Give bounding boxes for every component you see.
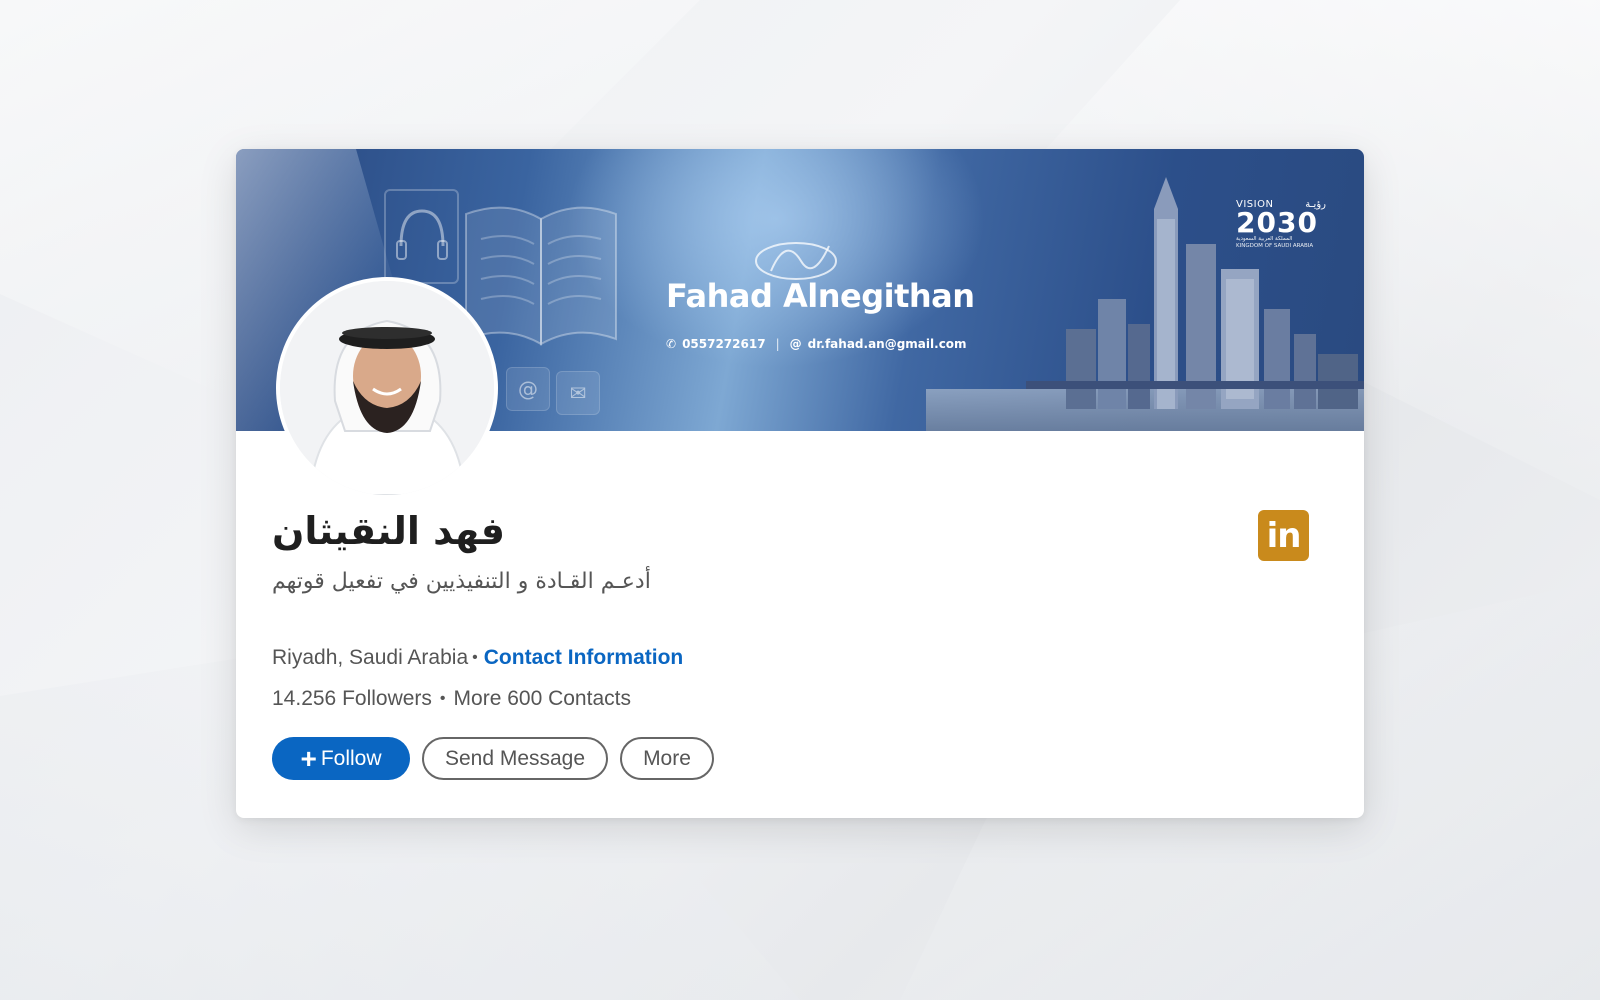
plus-icon: +	[300, 742, 317, 774]
avatar[interactable]	[276, 277, 498, 499]
contact-information-link[interactable]: Contact Information	[484, 646, 684, 670]
vision-2030-logo: VISION رؤيـة 2030 المملكة العربية السعود…	[1236, 199, 1326, 250]
contacts-count: More 600 Contacts	[453, 687, 631, 710]
banner-contact-line: ✆ 0557272617 | @ dr.fahad.an@gmail.com	[666, 337, 967, 351]
profile-location: Riyadh, Saudi Arabia	[272, 646, 469, 669]
vision-kingdom-ar: المملكة العربية السعودية	[1236, 236, 1293, 242]
send-message-button[interactable]: Send Message	[422, 737, 608, 780]
city-skyline	[1026, 177, 1364, 409]
banner-phone: 0557272617	[682, 337, 766, 351]
phone-icon: ✆	[666, 337, 677, 351]
location-row: Riyadh, Saudi Arabia • Contact Informati…	[272, 646, 683, 670]
banner-email: dr.fahad.an@gmail.com	[807, 337, 967, 351]
banner-name: Fahad Alnegithan	[666, 277, 975, 315]
bullet-separator: •	[472, 649, 478, 666]
follow-button[interactable]: + Follow	[272, 737, 410, 780]
profile-card: @ ✉ Fahad Alnegithan ✆ 0557272617 | @ dr…	[236, 149, 1364, 818]
more-button[interactable]: More	[620, 737, 714, 780]
followers-row: 14.256 Followers • More 600 Contacts	[272, 687, 631, 711]
profile-headline: أدعـم القـادة و التنفيذيين في تفعيل قوته…	[272, 569, 651, 594]
banner-separator: |	[775, 337, 780, 351]
at-icon: @	[506, 367, 550, 411]
vision-kingdom-en: KINGDOM OF SAUDI ARABIA	[1236, 243, 1314, 249]
follow-label: Follow	[320, 746, 382, 770]
linkedin-icon[interactable]: in	[1258, 510, 1309, 561]
profile-name: فهد النقيثان	[272, 509, 506, 553]
bullet-separator: •	[439, 690, 446, 707]
profile-actions: + Follow Send Message More	[272, 737, 714, 780]
followers-count: 14.256 Followers	[272, 687, 432, 710]
vision-year: 2030	[1236, 206, 1318, 239]
mail-icon: ✉	[556, 371, 600, 415]
at-icon: @	[789, 337, 802, 351]
